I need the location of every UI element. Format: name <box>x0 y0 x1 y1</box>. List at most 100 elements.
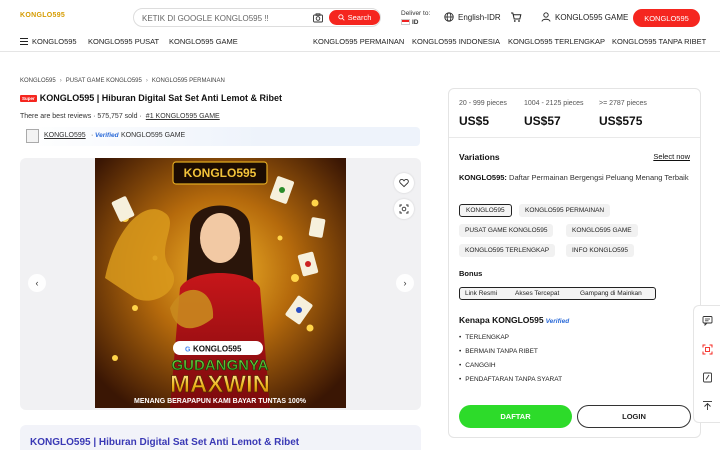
account-label: KONGLO595 GAME <box>555 12 629 22</box>
variation-chip[interactable]: KONGLO595 <box>459 204 512 217</box>
next-image-button[interactable]: › <box>396 274 414 292</box>
image-brand-text: KONGLO595 <box>184 166 257 180</box>
verified-badge: Verified <box>95 132 119 139</box>
favorite-button[interactable] <box>394 173 414 193</box>
breadcrumb-separator: › <box>59 78 62 84</box>
why-item: PENDAFTARAN TANPA SYARAT <box>459 376 562 383</box>
breadcrumb-separator: › <box>145 78 148 84</box>
menu-icon <box>20 38 28 45</box>
select-now-link[interactable]: Select now <box>653 152 690 161</box>
camera-icon[interactable] <box>312 12 324 24</box>
feedback-icon[interactable] <box>702 372 713 383</box>
variations-desc-text: Daftar Permainan Bergengsi Peluang Menan… <box>509 173 689 182</box>
image-tagline: MENANG BERAPAPUN KAMI BAYAR TUNTAS 100% <box>134 398 307 405</box>
prev-image-button[interactable]: ‹ <box>28 274 46 292</box>
variation-chip[interactable]: KONGLO595 PERMAINAN <box>519 204 611 217</box>
variations-description: KONGLO595: Daftar Permainan Bergengsi Pe… <box>459 172 694 184</box>
language-label: English-IDR <box>458 12 501 22</box>
description-title-bar: KONGLO595 | Hiburan Digital Sat Set Anti… <box>20 425 421 450</box>
deliver-label: Deliver to: <box>401 10 431 17</box>
bonus-option[interactable]: Akses Tercepat <box>515 290 559 297</box>
breadcrumb: KONGLO595 › PUSAT GAME KONGLO595 › KONGLO595… <box>20 78 225 84</box>
store-bar: KONGLO595 · Verified KONGLO595 GAME <box>20 127 420 146</box>
image-search-text: KONGLO595 <box>193 345 242 354</box>
variation-chip[interactable]: PUSAT GAME KONGLO595 <box>459 224 554 237</box>
daftar-button[interactable]: DAFTAR <box>459 405 572 428</box>
nav-item-game[interactable]: KONGLO595 GAME <box>169 37 238 46</box>
heart-icon <box>399 178 409 188</box>
variation-chip[interactable]: KONGLO595 TERLENGKAP <box>459 244 556 257</box>
image-google-g: G <box>185 347 191 354</box>
why-heading: Kenapa KONGLO595 Verified <box>459 315 569 325</box>
tier-price: US$57 <box>524 114 561 128</box>
bonus-option[interactable]: Link Resmi <box>465 290 497 297</box>
chat-icon[interactable] <box>702 315 713 326</box>
description-title: KONGLO595 | Hiburan Digital Sat Set Anti… <box>30 437 300 448</box>
rank-link[interactable]: #1 KONGLO595 GAME <box>146 113 220 120</box>
product-title-row: Super KONGLO595 | Hiburan Digital Sat Se… <box>20 93 282 103</box>
search-button[interactable]: Search <box>329 10 380 25</box>
chevron-left-icon: ‹ <box>35 278 39 288</box>
product-image[interactable]: KONGLO595 G KONGLO595 GUDANGNYA MAXWIN M… <box>95 158 346 408</box>
deliver-country: ID <box>412 19 419 26</box>
search-button-label: Search <box>347 13 372 22</box>
floating-sidebar <box>693 305 720 423</box>
search-icon <box>337 14 345 21</box>
flag-icon <box>401 19 410 26</box>
bonus-option[interactable]: Gampang di Mainkan <box>580 290 642 297</box>
purchase-panel: 20 - 999 pieces US$5 1004 - 2125 pieces … <box>448 88 701 438</box>
store-dot: · <box>91 132 94 139</box>
nav-item-permainan[interactable]: KONGLO595 PERMAINAN <box>313 37 404 46</box>
search-bar: Search <box>133 8 381 27</box>
tier-price: US$575 <box>599 114 643 128</box>
super-badge: Super <box>20 94 37 102</box>
site-logo[interactable]: KONGLO595 <box>20 12 65 19</box>
image-headline-2: MAXWIN <box>170 371 270 398</box>
product-title: KONGLO595 | Hiburan Digital Sat Set Anti… <box>39 93 282 103</box>
breadcrumb-item[interactable]: KONGLO595 <box>20 78 56 84</box>
breadcrumb-item[interactable]: PUSAT GAME KONGLO595 <box>66 78 142 84</box>
why-verified-badge: Verified <box>545 318 570 325</box>
top-header: KONGLO595 Search Deliver to: ID English-… <box>0 0 720 32</box>
nav-item-all[interactable]: KONGLO595 <box>20 37 77 46</box>
store-avatar[interactable] <box>26 129 39 143</box>
tier-qty: >= 2787 pieces <box>599 100 647 107</box>
tier-qty: 20 - 999 pieces <box>459 100 507 107</box>
nav-item-pusat[interactable]: KONGLO595 PUSAT <box>88 37 159 46</box>
reviews-line: There are best reviews · 575,757 sold · #… <box>20 113 220 120</box>
variations-heading: Variations <box>459 152 500 162</box>
nav-item-indonesia[interactable]: KONGLO595 INDONESIA <box>412 37 500 46</box>
divider <box>449 137 700 138</box>
variations-desc-brand: KONGLO595: <box>459 173 507 182</box>
variation-chip[interactable]: KONGLO595 GAME <box>566 224 638 237</box>
user-icon <box>541 12 551 22</box>
variation-chip[interactable]: INFO KONGLO595 <box>566 244 634 257</box>
scan-qr-icon[interactable] <box>702 344 713 355</box>
chevron-right-icon: › <box>403 278 407 288</box>
cart-icon[interactable] <box>510 11 522 23</box>
why-item: CANGGIH <box>459 362 495 369</box>
product-gallery: KONGLO595 G KONGLO595 GUDANGNYA MAXWIN M… <box>20 158 421 410</box>
deliver-to[interactable]: Deliver to: ID <box>401 9 430 27</box>
category-nav: KONGLO595 KONGLO595 PUSAT KONGLO595 GAME… <box>0 32 720 52</box>
breadcrumb-item[interactable]: KONGLO595 PERMAINAN <box>152 78 225 84</box>
language-selector[interactable]: English-IDR <box>444 12 501 22</box>
globe-icon <box>444 12 454 22</box>
bonus-heading: Bonus <box>459 269 483 278</box>
account-link[interactable]: KONGLO595 GAME <box>541 12 628 22</box>
tier-price: US$5 <box>459 114 490 128</box>
back-to-top-icon[interactable] <box>702 400 713 411</box>
why-item: TERLENGKAP <box>459 334 509 341</box>
nav-item-terlengkap[interactable]: KONGLO595 TERLENGKAP <box>508 37 605 46</box>
image-search-button[interactable] <box>394 199 414 219</box>
login-button[interactable]: LOGIN <box>577 405 691 428</box>
reviews-text: There are best reviews · 575,757 sold · <box>20 113 142 120</box>
why-heading-text: Kenapa KONGLO595 <box>459 315 544 325</box>
bonus-options: Link Resmi Akses Tercepat Gampang di Mai… <box>459 287 656 300</box>
store-name[interactable]: KONGLO595 <box>44 132 86 139</box>
register-button[interactable]: KONGLO595 <box>633 9 700 27</box>
search-input[interactable] <box>142 12 302 24</box>
tier-qty: 1004 - 2125 pieces <box>524 100 584 107</box>
store-game-label: KONGLO595 GAME <box>121 132 186 139</box>
nav-item-tanpa-ribet[interactable]: KONGLO595 TANPA RIBET <box>612 37 706 46</box>
